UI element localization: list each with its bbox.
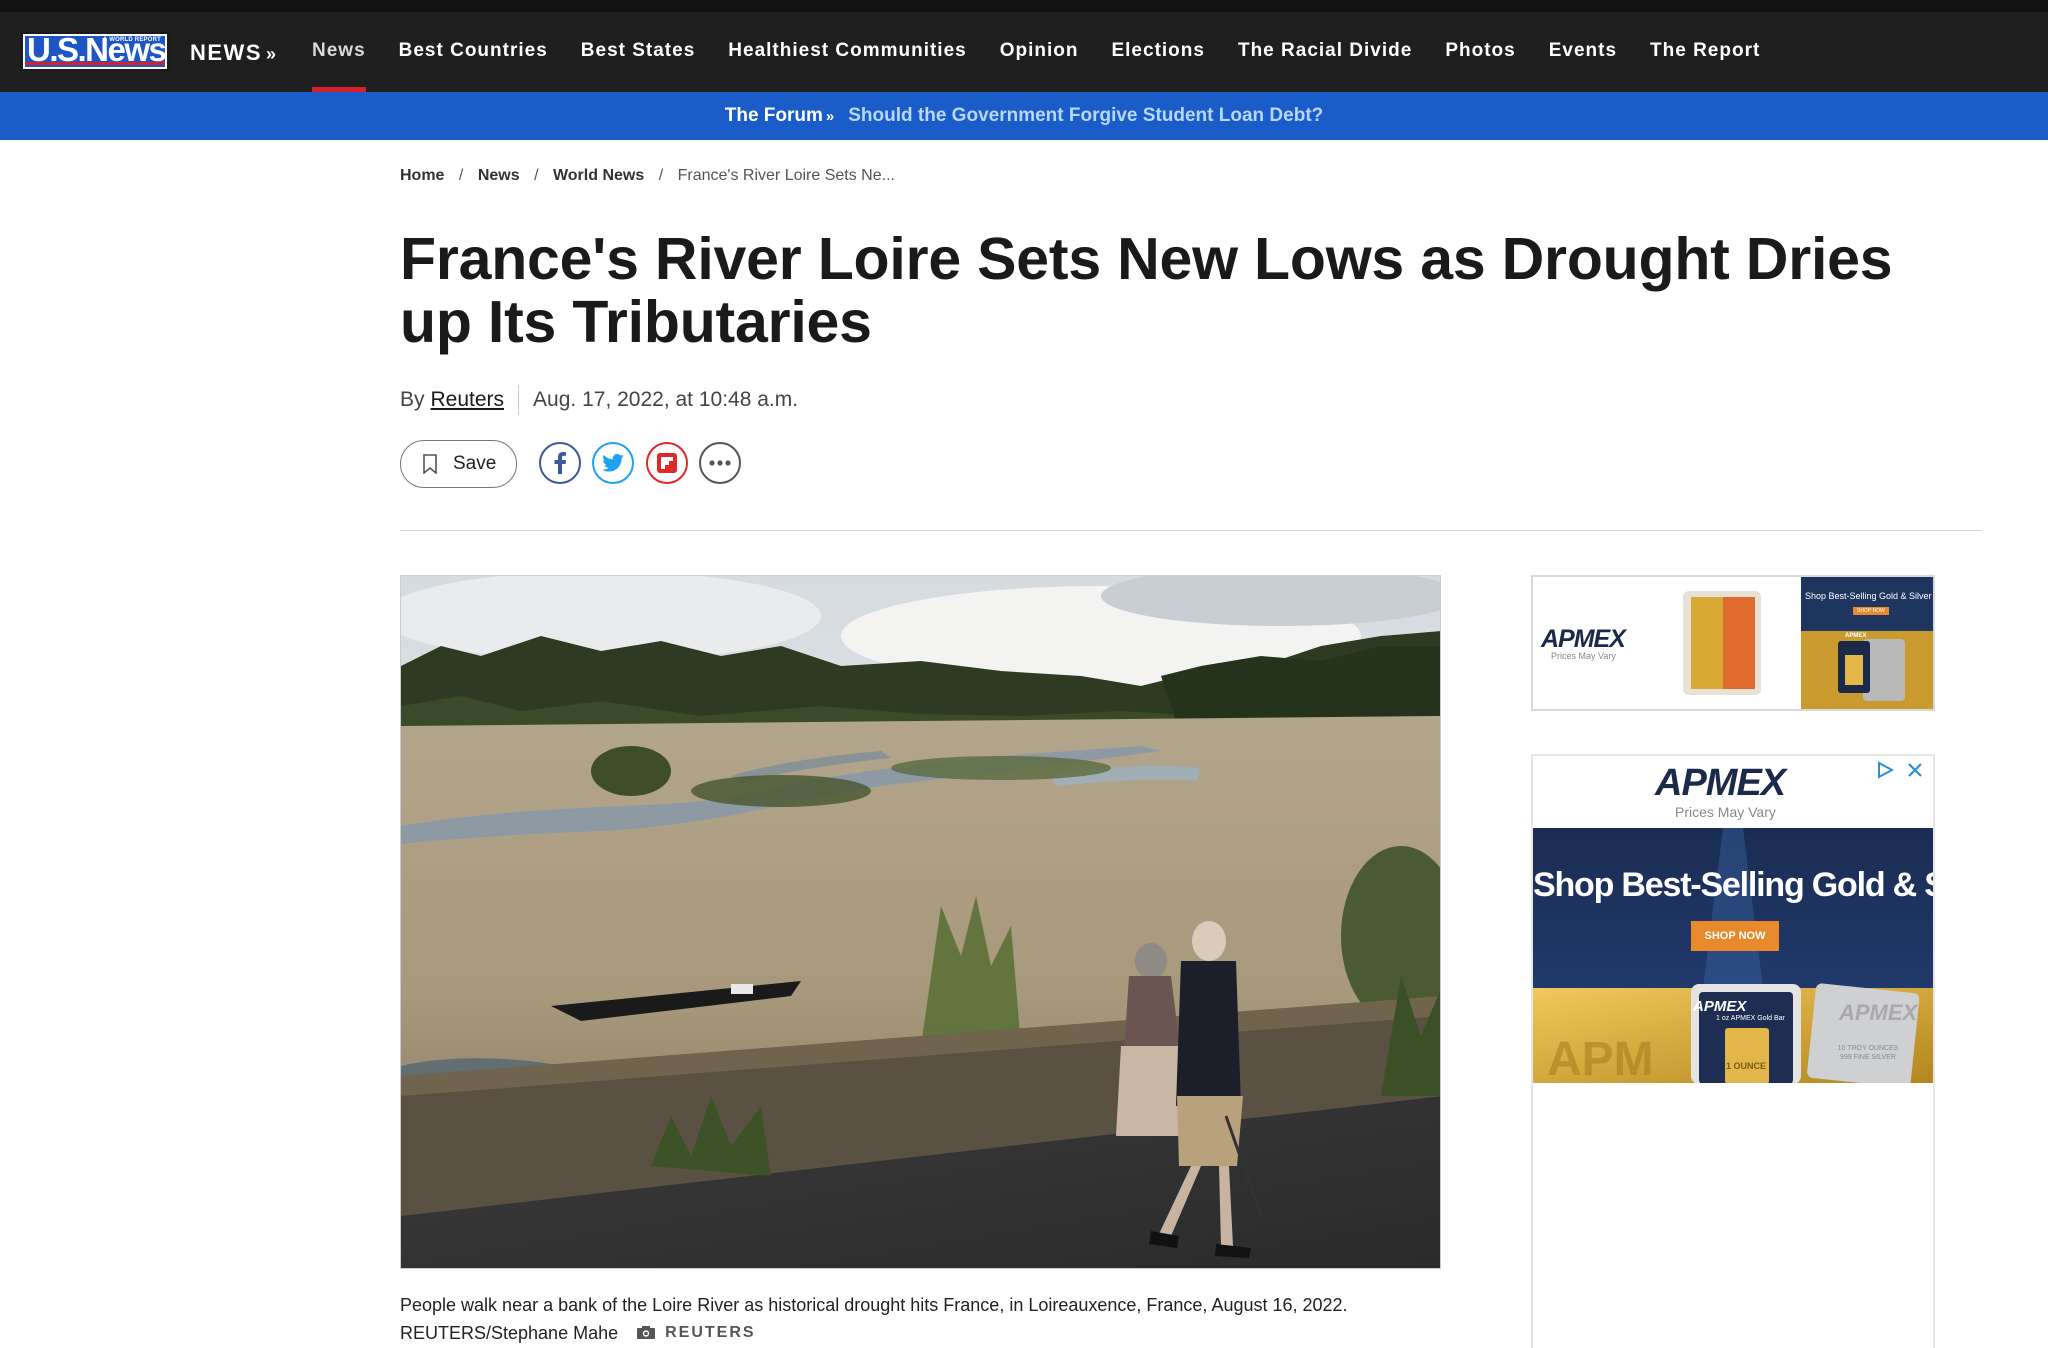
section-link-news[interactable]: NEWS» bbox=[190, 40, 278, 66]
nav-item-elections[interactable]: Elections bbox=[1111, 40, 1204, 62]
nav-item-best-countries[interactable]: Best Countries bbox=[399, 40, 548, 62]
facebook-icon bbox=[554, 452, 566, 474]
breadcrumb: Home / News / World News / France's Rive… bbox=[400, 167, 895, 185]
logo-stripe bbox=[25, 62, 165, 65]
section-chevron-icon: » bbox=[266, 44, 278, 64]
nav-item-best-states[interactable]: Best States bbox=[581, 40, 696, 62]
caption-text: People walk near a bank of the Loire Riv… bbox=[400, 1295, 1348, 1343]
camera-icon bbox=[637, 1326, 656, 1339]
ad-small-brand: APMEX bbox=[1541, 625, 1626, 653]
forum-banner: The Forum» Should the Government Forgive… bbox=[0, 92, 2048, 140]
ad-banner-large[interactable]: APMEX Prices May Vary Shop Best-Selling … bbox=[1531, 754, 1935, 1348]
ad-small-cta[interactable]: SHOP NOW bbox=[1853, 607, 1889, 615]
forum-topic-link[interactable]: Should the Government Forgive Student Lo… bbox=[848, 105, 1323, 127]
ad-large-cta[interactable]: SHOP NOW bbox=[1691, 921, 1779, 951]
publish-date: Aug. 17, 2022, at 10:48 a.m. bbox=[533, 388, 799, 411]
forum-label[interactable]: The Forum» bbox=[725, 105, 835, 127]
flipboard-share-button[interactable] bbox=[646, 442, 688, 484]
breadcrumb-current: France's River Loire Sets Ne... bbox=[677, 167, 895, 184]
byline-prefix: By bbox=[400, 388, 425, 411]
nav-item-news[interactable]: News bbox=[312, 40, 366, 92]
image-caption: People walk near a bank of the Loire Riv… bbox=[400, 1292, 1460, 1347]
ad-large-gold-stamp: APM bbox=[1547, 1033, 1654, 1086]
ad-large-bar-label: 1 oz APMEX Gold Bar bbox=[1716, 1015, 1785, 1022]
ad-large-headline: Shop Best-Selling Gold & Silver bbox=[1533, 866, 1933, 904]
article-headline: France's River Loire Sets New Lows as Dr… bbox=[400, 226, 1893, 355]
twitter-share-button[interactable] bbox=[592, 442, 634, 484]
ad-large-sub: Prices May Vary bbox=[1675, 804, 1776, 820]
forum-label-text: The Forum bbox=[724, 105, 823, 126]
usnews-logo[interactable]: U.S.News & WORLD REPORT bbox=[21, 31, 169, 71]
nav-item-events[interactable]: Events bbox=[1549, 40, 1617, 62]
ad-banner-small[interactable]: APMEX Prices May Vary Shop Best-Selling … bbox=[1531, 575, 1935, 711]
ad-large-silver-brand: APMEX bbox=[1839, 1000, 1918, 1025]
bookmark-icon bbox=[423, 454, 437, 474]
breadcrumb-separator: / bbox=[534, 167, 539, 184]
breadcrumb-separator: / bbox=[658, 167, 664, 184]
ad-small-headline: Shop Best-Selling Gold & Silver bbox=[1805, 591, 1932, 601]
save-label: Save bbox=[453, 453, 497, 474]
close-ad-icon[interactable] bbox=[1905, 760, 1925, 780]
nav-item-healthiest-communities[interactable]: Healthiest Communities bbox=[728, 40, 966, 62]
reuters-credit: REUTERS bbox=[637, 1319, 755, 1346]
top-navigation: U.S.News & WORLD REPORT NEWS» News Best … bbox=[0, 0, 2048, 92]
section-divider bbox=[400, 530, 1982, 531]
save-button[interactable]: Save bbox=[400, 440, 517, 488]
more-icon bbox=[709, 460, 731, 466]
forum-chevron-icon: » bbox=[825, 108, 835, 125]
article-byline: By Reuters Aug. 17, 2022, at 10:48 a.m. bbox=[400, 385, 798, 415]
ad-large-brand: APMEX bbox=[1655, 762, 1786, 804]
author-link[interactable]: Reuters bbox=[431, 388, 505, 412]
byline-divider bbox=[518, 385, 520, 415]
breadcrumb-world-news[interactable]: World News bbox=[553, 167, 644, 184]
river-photo bbox=[401, 576, 1440, 1268]
breadcrumb-separator: / bbox=[458, 167, 464, 184]
twitter-icon bbox=[602, 454, 624, 472]
ad-large-bar-brand: APMEX bbox=[1693, 998, 1747, 1015]
ad-large-silver-label: 10 TROY OUNCES 999 FINE SILVER bbox=[1837, 1045, 1899, 1061]
credit-text: REUTERS bbox=[665, 1324, 756, 1341]
nav-item-photos[interactable]: Photos bbox=[1445, 40, 1515, 62]
logo-subtext: & WORLD REPORT bbox=[102, 37, 161, 43]
nav-item-racial-divide[interactable]: The Racial Divide bbox=[1238, 40, 1412, 62]
flipboard-icon bbox=[657, 453, 677, 473]
breadcrumb-home[interactable]: Home bbox=[400, 167, 444, 184]
ad-small-sub: Prices May Vary bbox=[1551, 651, 1616, 661]
breadcrumb-news[interactable]: News bbox=[478, 167, 520, 184]
ad-small-mini-brand: APMEX bbox=[1845, 633, 1867, 639]
nav-item-opinion[interactable]: Opinion bbox=[1000, 40, 1079, 62]
section-label: NEWS bbox=[190, 40, 262, 65]
adchoices-icon[interactable] bbox=[1875, 760, 1895, 780]
more-share-button[interactable] bbox=[699, 442, 741, 484]
nav-item-the-report[interactable]: The Report bbox=[1650, 40, 1760, 62]
nav-items: News Best Countries Best States Healthie… bbox=[312, 40, 1793, 92]
article-hero-image[interactable] bbox=[400, 575, 1441, 1269]
ad-large-bar-text: 1 OUNCE bbox=[1726, 1061, 1767, 1071]
facebook-share-button[interactable] bbox=[539, 442, 581, 484]
